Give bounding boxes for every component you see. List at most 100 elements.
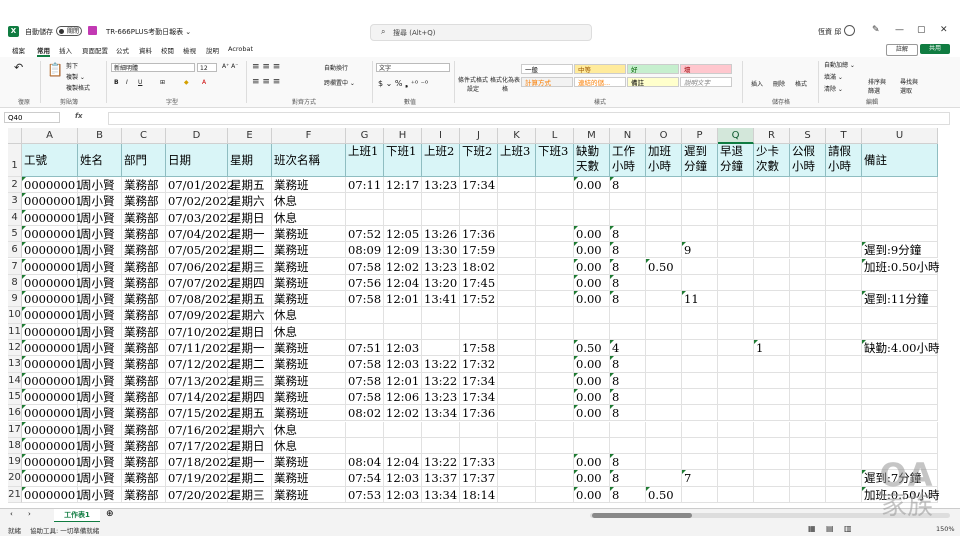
cell-D2[interactable]: 07/01/2022 bbox=[166, 177, 234, 194]
cell-I20[interactable]: 13:37 bbox=[422, 470, 460, 487]
cell-I12[interactable] bbox=[422, 340, 460, 357]
cell-U5[interactable] bbox=[862, 225, 938, 243]
cell-E5[interactable]: 星期一 bbox=[228, 225, 272, 243]
row-header-8[interactable]: 8 bbox=[8, 274, 22, 292]
cell-T6[interactable] bbox=[826, 242, 862, 259]
cell-G16[interactable]: 08:02 bbox=[346, 405, 384, 422]
cell-O5[interactable] bbox=[646, 225, 682, 243]
cell-Q16[interactable] bbox=[718, 405, 754, 422]
cell-L10[interactable] bbox=[536, 307, 574, 324]
cell-M13[interactable]: 0.00 bbox=[574, 356, 610, 373]
cell-L19[interactable] bbox=[536, 454, 574, 471]
name-box[interactable]: Q40 bbox=[4, 112, 60, 123]
cell-T21[interactable] bbox=[826, 486, 862, 503]
cell-S18[interactable] bbox=[790, 437, 826, 455]
cell-D9[interactable]: 07/08/2022 bbox=[166, 291, 234, 308]
header-cell-K[interactable]: 上班3 bbox=[498, 144, 536, 177]
cell-H9[interactable]: 12:01 bbox=[384, 291, 422, 308]
cell-C10[interactable]: 業務部 bbox=[122, 307, 166, 324]
cell-F15[interactable]: 業務班 bbox=[272, 388, 346, 406]
cell-S3[interactable] bbox=[790, 193, 826, 210]
grow-font-icon[interactable]: A⁺ A⁻ bbox=[222, 63, 238, 70]
header-cell-O[interactable]: 加班小時 bbox=[646, 144, 682, 177]
cell-E2[interactable]: 星期五 bbox=[228, 177, 272, 194]
cell-B5[interactable]: 周小賢 bbox=[78, 225, 122, 243]
cell-J4[interactable] bbox=[460, 209, 498, 226]
cell-T10[interactable] bbox=[826, 307, 862, 324]
cell-Q8[interactable] bbox=[718, 274, 754, 292]
align-left-icon[interactable]: ≡ ≡ ≡ bbox=[252, 77, 280, 87]
font-size-select[interactable]: 12 bbox=[197, 63, 217, 72]
cell-M20[interactable]: 0.00 bbox=[574, 470, 610, 487]
cell-N19[interactable]: 8 bbox=[610, 454, 646, 471]
row-header-20[interactable]: 20 bbox=[8, 470, 22, 487]
cell-L7[interactable] bbox=[536, 258, 574, 275]
copy-button[interactable]: 複製 ⌄ bbox=[66, 72, 85, 81]
column-header-U[interactable]: U bbox=[862, 128, 938, 144]
cell-N20[interactable]: 8 bbox=[610, 470, 646, 487]
header-cell-R[interactable]: 少卡次數 bbox=[754, 144, 790, 177]
avatar[interactable] bbox=[844, 25, 855, 36]
header-cell-J[interactable]: 下班2 bbox=[460, 144, 498, 177]
cell-F12[interactable]: 業務班 bbox=[272, 340, 346, 357]
cell-Q7[interactable] bbox=[718, 258, 754, 275]
column-header-R[interactable]: R bbox=[754, 128, 790, 144]
page-layout-icon[interactable]: ▤ bbox=[826, 524, 834, 533]
prev-sheet-icon[interactable]: ‹ bbox=[10, 510, 13, 518]
cell-N18[interactable] bbox=[610, 437, 646, 455]
cell-M7[interactable]: 0.00 bbox=[574, 258, 610, 275]
cell-S21[interactable] bbox=[790, 486, 826, 503]
cell-S6[interactable] bbox=[790, 242, 826, 259]
cell-M11[interactable] bbox=[574, 323, 610, 340]
share-button[interactable]: 共用 bbox=[920, 44, 950, 54]
cell-H16[interactable]: 12:02 bbox=[384, 405, 422, 422]
cell-L5[interactable] bbox=[536, 225, 574, 243]
cell-O4[interactable] bbox=[646, 209, 682, 226]
cell-N11[interactable] bbox=[610, 323, 646, 340]
cell-K6[interactable] bbox=[498, 242, 536, 259]
cell-R15[interactable] bbox=[754, 388, 790, 406]
add-sheet-icon[interactable]: ⊕ bbox=[106, 509, 114, 519]
conditional-format-button[interactable]: 條件式格式設定 bbox=[458, 75, 488, 93]
cell-R18[interactable] bbox=[754, 437, 790, 455]
cell-R11[interactable] bbox=[754, 323, 790, 340]
header-cell-B[interactable]: 姓名 bbox=[78, 144, 122, 177]
cell-M10[interactable] bbox=[574, 307, 610, 324]
cell-A14[interactable]: 00000001 bbox=[22, 372, 83, 389]
cell-B4[interactable]: 周小賢 bbox=[78, 209, 122, 226]
column-header-B[interactable]: B bbox=[78, 128, 122, 144]
cell-K20[interactable] bbox=[498, 470, 536, 487]
cell-O3[interactable] bbox=[646, 193, 682, 210]
cell-S10[interactable] bbox=[790, 307, 826, 324]
column-header-H[interactable]: H bbox=[384, 128, 422, 144]
column-header-K[interactable]: K bbox=[498, 128, 536, 144]
cell-J13[interactable]: 17:32 bbox=[460, 356, 498, 373]
cell-K5[interactable] bbox=[498, 225, 536, 243]
cell-U13[interactable] bbox=[862, 356, 938, 373]
cell-A11[interactable]: 00000001 bbox=[22, 323, 83, 340]
column-header-I[interactable]: I bbox=[422, 128, 460, 144]
cell-Q10[interactable] bbox=[718, 307, 754, 324]
cell-C19[interactable]: 業務部 bbox=[122, 454, 166, 471]
cell-M19[interactable]: 0.00 bbox=[574, 454, 610, 471]
cell-K10[interactable] bbox=[498, 307, 536, 324]
cell-P18[interactable] bbox=[682, 437, 718, 455]
cell-U8[interactable] bbox=[862, 274, 938, 292]
cell-P15[interactable] bbox=[682, 388, 718, 406]
cell-A6[interactable]: 00000001 bbox=[22, 242, 83, 259]
cell-D10[interactable]: 07/09/2022 bbox=[166, 307, 234, 324]
header-cell-C[interactable]: 部門 bbox=[122, 144, 166, 177]
currency-icon[interactable]: $ ⌄ % ❟ ⁺⁰ ⁻⁰ bbox=[378, 79, 428, 89]
cell-K9[interactable] bbox=[498, 291, 536, 308]
row-header-21[interactable]: 21 bbox=[8, 486, 22, 503]
cell-Q11[interactable] bbox=[718, 323, 754, 340]
format-cells-button[interactable]: 格式 bbox=[795, 79, 807, 88]
cell-C13[interactable]: 業務部 bbox=[122, 356, 166, 373]
cell-U17[interactable] bbox=[862, 421, 938, 438]
cell-K16[interactable] bbox=[498, 405, 536, 422]
cell-I8[interactable]: 13:20 bbox=[422, 274, 460, 292]
cell-E21[interactable]: 星期三 bbox=[228, 486, 272, 503]
cell-L2[interactable] bbox=[536, 177, 574, 194]
column-header-G[interactable]: G bbox=[346, 128, 384, 144]
cell-D7[interactable]: 07/06/2022 bbox=[166, 258, 234, 275]
